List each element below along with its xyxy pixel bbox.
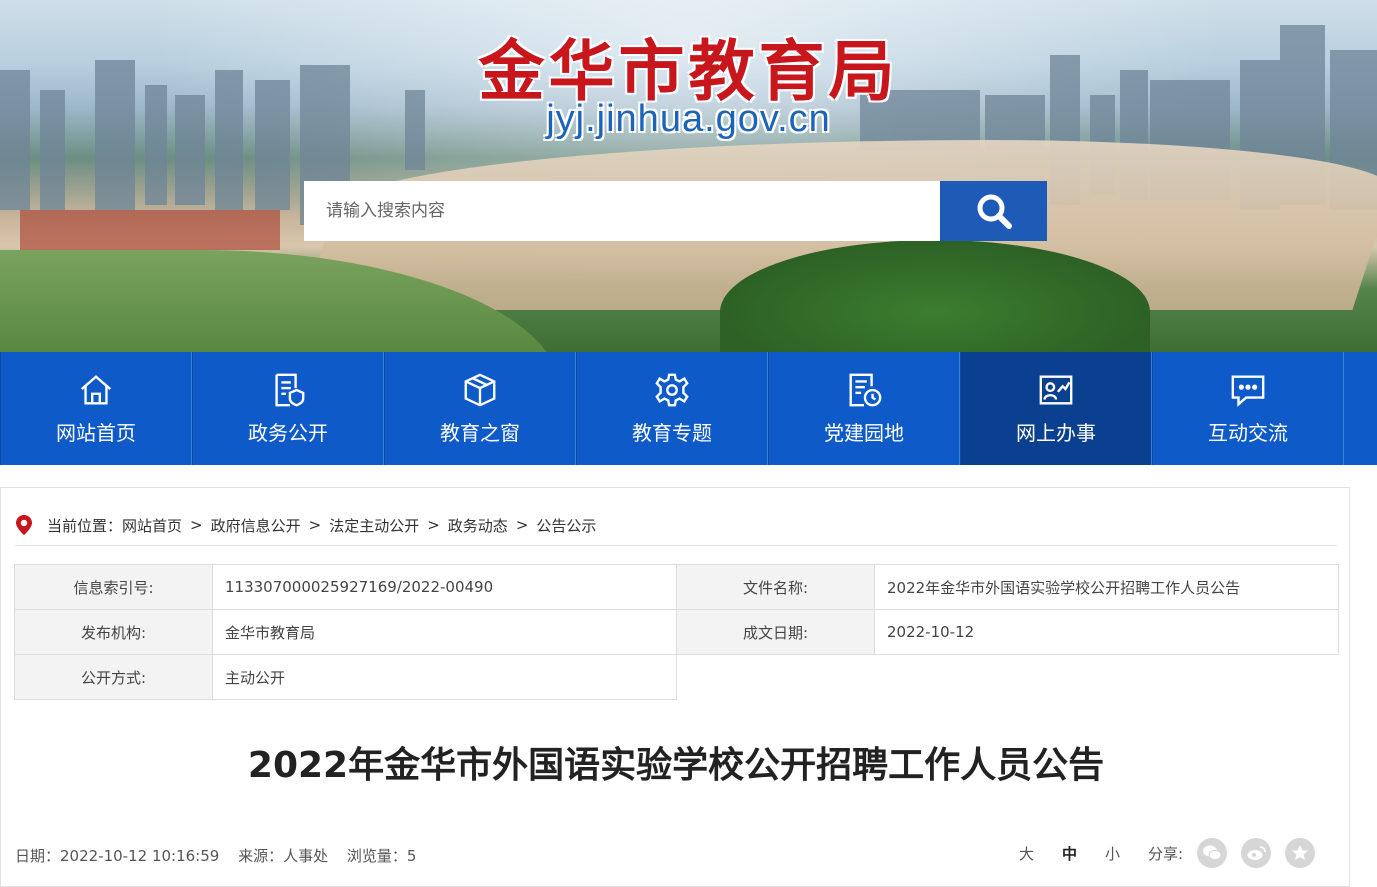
nav-label: 教育专题 <box>632 421 712 445</box>
nav-item-home[interactable]: 网站首页 <box>0 352 192 465</box>
table-row: 公开方式: 主动公开 <box>14 654 1339 700</box>
header-banner: 金华市教育局 jyj.jinhua.gov.cn <box>0 0 1377 352</box>
font-size-medium[interactable]: 中 <box>1062 843 1077 864</box>
article-views: 浏览量：5 <box>346 847 417 865</box>
filename-label: 文件名称: <box>676 564 875 610</box>
nav-label: 教育之窗 <box>440 421 520 445</box>
document-shield-icon <box>275 373 305 407</box>
nav-item-online-service[interactable]: 网上办事 <box>960 352 1152 465</box>
nav-label: 党建园地 <box>824 421 904 445</box>
wechat-icon <box>1203 845 1222 861</box>
user-chart-icon <box>1039 375 1073 405</box>
cube-icon <box>464 373 496 407</box>
index-value: 113307000025927169/2022-00490 <box>212 564 677 610</box>
article-date: 日期：2022-10-12 10:16:59 <box>15 847 220 865</box>
method-label: 公开方式: <box>14 654 213 700</box>
breadcrumb-link-gov-info[interactable]: 政府信息公开 <box>211 515 301 536</box>
publisher-label: 发布机构: <box>14 609 213 655</box>
nav-item-party-building[interactable]: 党建园地 <box>768 352 960 465</box>
breadcrumb-prefix: 当前位置： <box>47 516 123 535</box>
date-value: 2022-10-12 <box>874 609 1339 655</box>
article-tools: 大 中 小 分享: <box>1019 838 1316 868</box>
article-source: 来源：人事处 <box>238 847 329 865</box>
share-weibo-button[interactable] <box>1241 838 1272 868</box>
font-size-large[interactable]: 大 <box>1019 843 1034 864</box>
breadcrumb-separator: > <box>308 516 322 534</box>
breadcrumb-link-notices[interactable]: 公告公示 <box>536 515 596 536</box>
filename-value: 2022年金华市外国语实验学校公开招聘工作人员公告 <box>874 564 1339 610</box>
share-favorite-button[interactable] <box>1285 838 1316 868</box>
home-icon <box>80 375 112 405</box>
site-domain: jyj.jinhua.gov.cn <box>546 98 831 140</box>
share-wechat-button[interactable] <box>1197 838 1228 868</box>
location-pin-icon <box>16 515 32 535</box>
chat-icon <box>1231 375 1265 407</box>
breadcrumb-link-home[interactable]: 网站首页 <box>122 515 182 536</box>
nav-label: 网上办事 <box>1016 421 1096 445</box>
breadcrumb-link-gov-news[interactable]: 政务动态 <box>448 515 508 536</box>
nav-item-edu-topics[interactable]: 教育专题 <box>576 352 768 465</box>
search-icon <box>977 194 1012 229</box>
method-value: 主动公开 <box>212 654 677 700</box>
weibo-icon <box>1247 846 1267 860</box>
nav-label: 网站首页 <box>56 421 136 445</box>
nav-label: 互动交流 <box>1208 421 1288 445</box>
index-label: 信息索引号: <box>14 564 213 610</box>
breadcrumb-separator: > <box>190 516 203 534</box>
breadcrumb-separator: > <box>427 516 440 534</box>
search-button[interactable] <box>940 181 1047 241</box>
breadcrumb: 当前位置： 网站首页 > 政府信息公开 > 法定主动公开 > 政务动态 > 公告… <box>15 514 596 536</box>
nav-item-gov-affairs[interactable]: 政务公开 <box>192 352 384 465</box>
document-clock-icon <box>849 373 882 407</box>
info-table: 信息索引号: 113307000025927169/2022-00490 文件名… <box>14 564 1339 700</box>
article-title: 2022年金华市外国语实验学校公开招聘工作人员公告 <box>247 745 1105 786</box>
nav-item-interaction[interactable]: 互动交流 <box>1152 352 1344 465</box>
breadcrumb-link-statutory[interactable]: 法定主动公开 <box>329 515 419 536</box>
date-label: 成文日期: <box>676 609 875 655</box>
main-nav: 网站首页 政务公开 教育之窗 教育专题 党建园地 网上办事 互动交流 <box>0 352 1377 465</box>
nav-item-edu-window[interactable]: 教育之窗 <box>384 352 576 465</box>
breadcrumb-separator: > <box>515 516 529 534</box>
nav-label: 政务公开 <box>248 421 328 445</box>
search-input[interactable] <box>304 181 940 241</box>
font-size-small[interactable]: 小 <box>1105 843 1120 864</box>
article-meta: 日期：2022-10-12 10:16:59 来源：人事处 浏览量：5 <box>15 845 430 866</box>
gear-icon <box>655 373 689 407</box>
publisher-value: 金华市教育局 <box>212 609 677 655</box>
favorite-star-icon <box>1292 845 1309 860</box>
table-row: 发布机构: 金华市教育局 成文日期: 2022-10-12 <box>14 609 1339 655</box>
article-panel: 当前位置： 网站首页 > 政府信息公开 > 法定主动公开 > 政务动态 > 公告… <box>0 487 1350 887</box>
empty-cell <box>677 655 1339 700</box>
divider <box>15 545 1337 546</box>
share-label: 分享: <box>1148 844 1184 863</box>
table-row: 信息索引号: 113307000025927169/2022-00490 文件名… <box>14 564 1339 610</box>
